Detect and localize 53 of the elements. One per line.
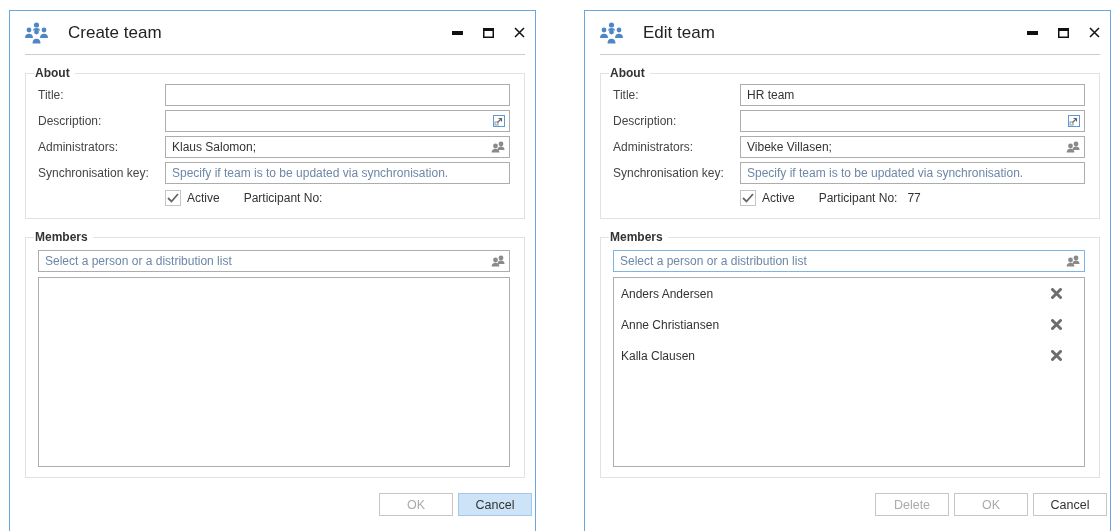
close-icon[interactable] [514,27,525,38]
input-field[interactable]: Vibeke Villasen; [740,136,1085,158]
remove-icon[interactable] [1051,288,1062,299]
checkbox[interactable] [165,190,181,206]
window-title: Edit team [643,22,716,43]
people-icon[interactable] [491,141,505,153]
section-title: About [34,66,71,80]
maximize-icon[interactable] [1058,27,1069,38]
remove-icon[interactable] [1051,319,1062,330]
field-label: Administrators: [613,140,695,154]
people-icon[interactable] [491,255,505,267]
participant-number: 77 [907,191,921,205]
input-field[interactable]: HR team [740,84,1085,106]
minimize-icon[interactable] [1027,30,1038,35]
member-name[interactable]: Kalla Clausen [621,348,696,363]
minimize-icon[interactable] [452,30,463,35]
people-icon[interactable] [1066,255,1080,267]
expand-icon[interactable] [493,115,505,127]
remove-icon[interactable] [1051,350,1062,361]
section-title: About [609,66,646,80]
field-label: Administrators: [38,140,120,154]
section-title: Members [609,230,664,244]
field-label: Description: [613,114,678,128]
search-field[interactable]: Select a person or a distribution list [613,250,1085,272]
section-title: Members [34,230,89,244]
dialog-button[interactable]: Cancel [458,493,532,516]
window-title: Create team [68,22,163,43]
member-name[interactable]: Anders Andersen [621,286,714,301]
field-label: Synchronisation key: [38,166,150,180]
field-label: Synchronisation key: [613,166,725,180]
search-field[interactable]: Select a person or a distribution list [38,250,510,272]
team-icon [600,21,623,44]
input-field[interactable]: Klaus Salomon; [165,136,510,158]
dialog-button[interactable]: Cancel [1033,493,1107,516]
close-icon[interactable] [1089,27,1100,38]
checkbox-label: Active [187,191,220,205]
field-label: Participant No: [243,191,323,205]
input-field[interactable]: Specify if team is to be updated via synchronisation. [740,162,1085,184]
member-name[interactable]: Anne Christiansen [621,317,720,332]
field-label: Participant No: [818,191,898,205]
field-label: Title: [38,88,65,102]
field-label: Description: [38,114,103,128]
input-field[interactable]: Specify if team is to be updated via synchronisation. [165,162,510,184]
maximize-icon[interactable] [483,27,494,38]
checkbox[interactable] [740,190,756,206]
input-field[interactable] [740,110,1085,132]
input-field[interactable] [165,110,510,132]
input-field[interactable] [165,84,510,106]
team-icon [25,21,48,44]
expand-icon[interactable] [1068,115,1080,127]
field-label: Title: [613,88,640,102]
people-icon[interactable] [1066,141,1080,153]
checkbox-label: Active [762,191,795,205]
